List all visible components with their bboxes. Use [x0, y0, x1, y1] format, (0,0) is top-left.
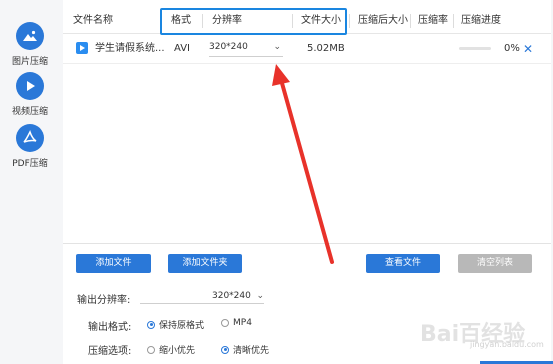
- sidebar-item-image-compress[interactable]: 图片压缩: [0, 22, 60, 67]
- compress-options-label: 压缩选项:: [88, 346, 132, 357]
- add-file-button[interactable]: 添加文件: [76, 254, 151, 273]
- resolution-value: 320*240: [209, 42, 248, 52]
- radio-label: MP4: [233, 318, 252, 328]
- header-ratio: 压缩率: [418, 15, 448, 26]
- sidebar-item-pdf-compress[interactable]: PDF压缩: [0, 124, 60, 169]
- sidebar: 图片压缩 视频压缩 PDF压缩: [0, 0, 60, 364]
- clear-list-button[interactable]: 清空列表: [458, 254, 532, 273]
- radio-indicator: [147, 320, 155, 329]
- header-progress: 压缩进度: [461, 15, 501, 26]
- radio-size-priority[interactable]: 缩小优先: [147, 343, 195, 356]
- chevron-down-icon: ⌄: [256, 291, 264, 301]
- radio-label: 清晰优先: [233, 346, 270, 356]
- output-resolution-label: 输出分辨率:: [77, 295, 131, 306]
- radio-clarity-priority[interactable]: 清晰优先: [221, 343, 269, 356]
- sidebar-item-label: PDF压缩: [12, 159, 48, 169]
- file-size: 5.02MB: [307, 43, 345, 54]
- baidu-watermark-sub: jingyan.baidu.com: [470, 340, 544, 349]
- table-row[interactable]: 学生请假系统... AVI 320*240 ⌄ 5.02MB 0% ✕: [63, 34, 551, 64]
- sidebar-item-label: 图片压缩: [11, 57, 48, 67]
- radio-keep-format[interactable]: 保持原格式: [147, 318, 204, 331]
- radio-indicator: [221, 319, 229, 327]
- output-resolution-value: 320*240: [212, 291, 251, 301]
- play-icon: [16, 72, 44, 100]
- main-panel: 文件名称 格式 分辨率 文件大小 压缩后大小 压缩率 压缩进度 学生请假系统..…: [63, 0, 551, 364]
- file-table: 文件名称 格式 分辨率 文件大小 压缩后大小 压缩率 压缩进度 学生请假系统..…: [63, 0, 551, 244]
- header-filename: 文件名称: [73, 15, 113, 26]
- progress-bar: [459, 47, 491, 50]
- header-compressed-size: 压缩后大小: [358, 15, 408, 26]
- header-divider: [453, 14, 454, 28]
- header-highlight-box: [160, 8, 347, 35]
- file-name: 学生请假系统...: [95, 43, 165, 54]
- video-file-icon: [76, 42, 88, 54]
- pdf-icon: [16, 124, 44, 152]
- add-folder-button[interactable]: 添加文件夹: [168, 254, 242, 273]
- radio-indicator: [221, 345, 229, 354]
- progress-text: 0%: [504, 43, 520, 54]
- view-file-button[interactable]: 查看文件: [366, 254, 440, 273]
- resolution-select[interactable]: 320*240 ⌄: [209, 39, 283, 57]
- file-format: AVI: [174, 43, 190, 54]
- header-divider: [349, 14, 350, 28]
- sidebar-item-video-compress[interactable]: 视频压缩: [0, 72, 60, 117]
- chevron-down-icon: ⌄: [273, 42, 281, 52]
- sidebar-item-label: 视频压缩: [11, 107, 48, 117]
- close-icon[interactable]: ✕: [523, 34, 533, 64]
- radio-label: 保持原格式: [159, 321, 205, 331]
- radio-mp4[interactable]: MP4: [221, 318, 252, 328]
- radio-label: 缩小优先: [159, 346, 196, 356]
- output-resolution-select[interactable]: 320*240 ⌄: [140, 289, 264, 304]
- header-divider: [410, 14, 411, 28]
- output-format-label: 输出格式:: [88, 322, 132, 333]
- radio-indicator: [147, 345, 155, 354]
- image-icon: [16, 22, 44, 50]
